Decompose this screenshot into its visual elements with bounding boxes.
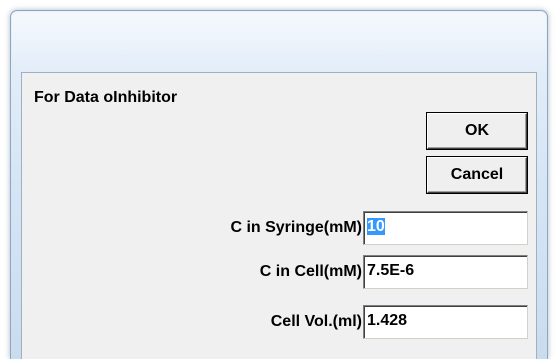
cell-volume-value: 1.428 [367,312,408,329]
cell-concentration-input[interactable]: 7.5E-6 [363,255,528,289]
cell-concentration-row: C in Cell(mM) 7.5E-6 [22,255,538,289]
syringe-concentration-input[interactable]: 10 [363,211,528,245]
cell-volume-input[interactable]: 1.428 [363,305,528,339]
syringe-concentration-value: 10 [367,218,385,235]
cell-concentration-label: C in Cell(mM) [259,263,362,280]
cell-volume-label: Cell Vol.(ml) [270,313,362,330]
syringe-concentration-row: C in Syringe(mM) 10 [22,211,538,245]
dialog-client-area: For Data oInhibitor OK Cancel C in Syrin… [21,72,537,359]
dialog-window: For Data oInhibitor OK Cancel C in Syrin… [10,10,548,359]
cell-concentration-value: 7.5E-6 [367,262,415,279]
cancel-button[interactable]: Cancel [427,157,527,193]
ok-button[interactable]: OK [427,113,527,149]
window-frame-shine [12,12,546,72]
syringe-concentration-label: C in Syringe(mM) [230,219,362,236]
cell-volume-row: Cell Vol.(ml) 1.428 [22,305,538,339]
dialog-heading: For Data oInhibitor [34,89,178,106]
